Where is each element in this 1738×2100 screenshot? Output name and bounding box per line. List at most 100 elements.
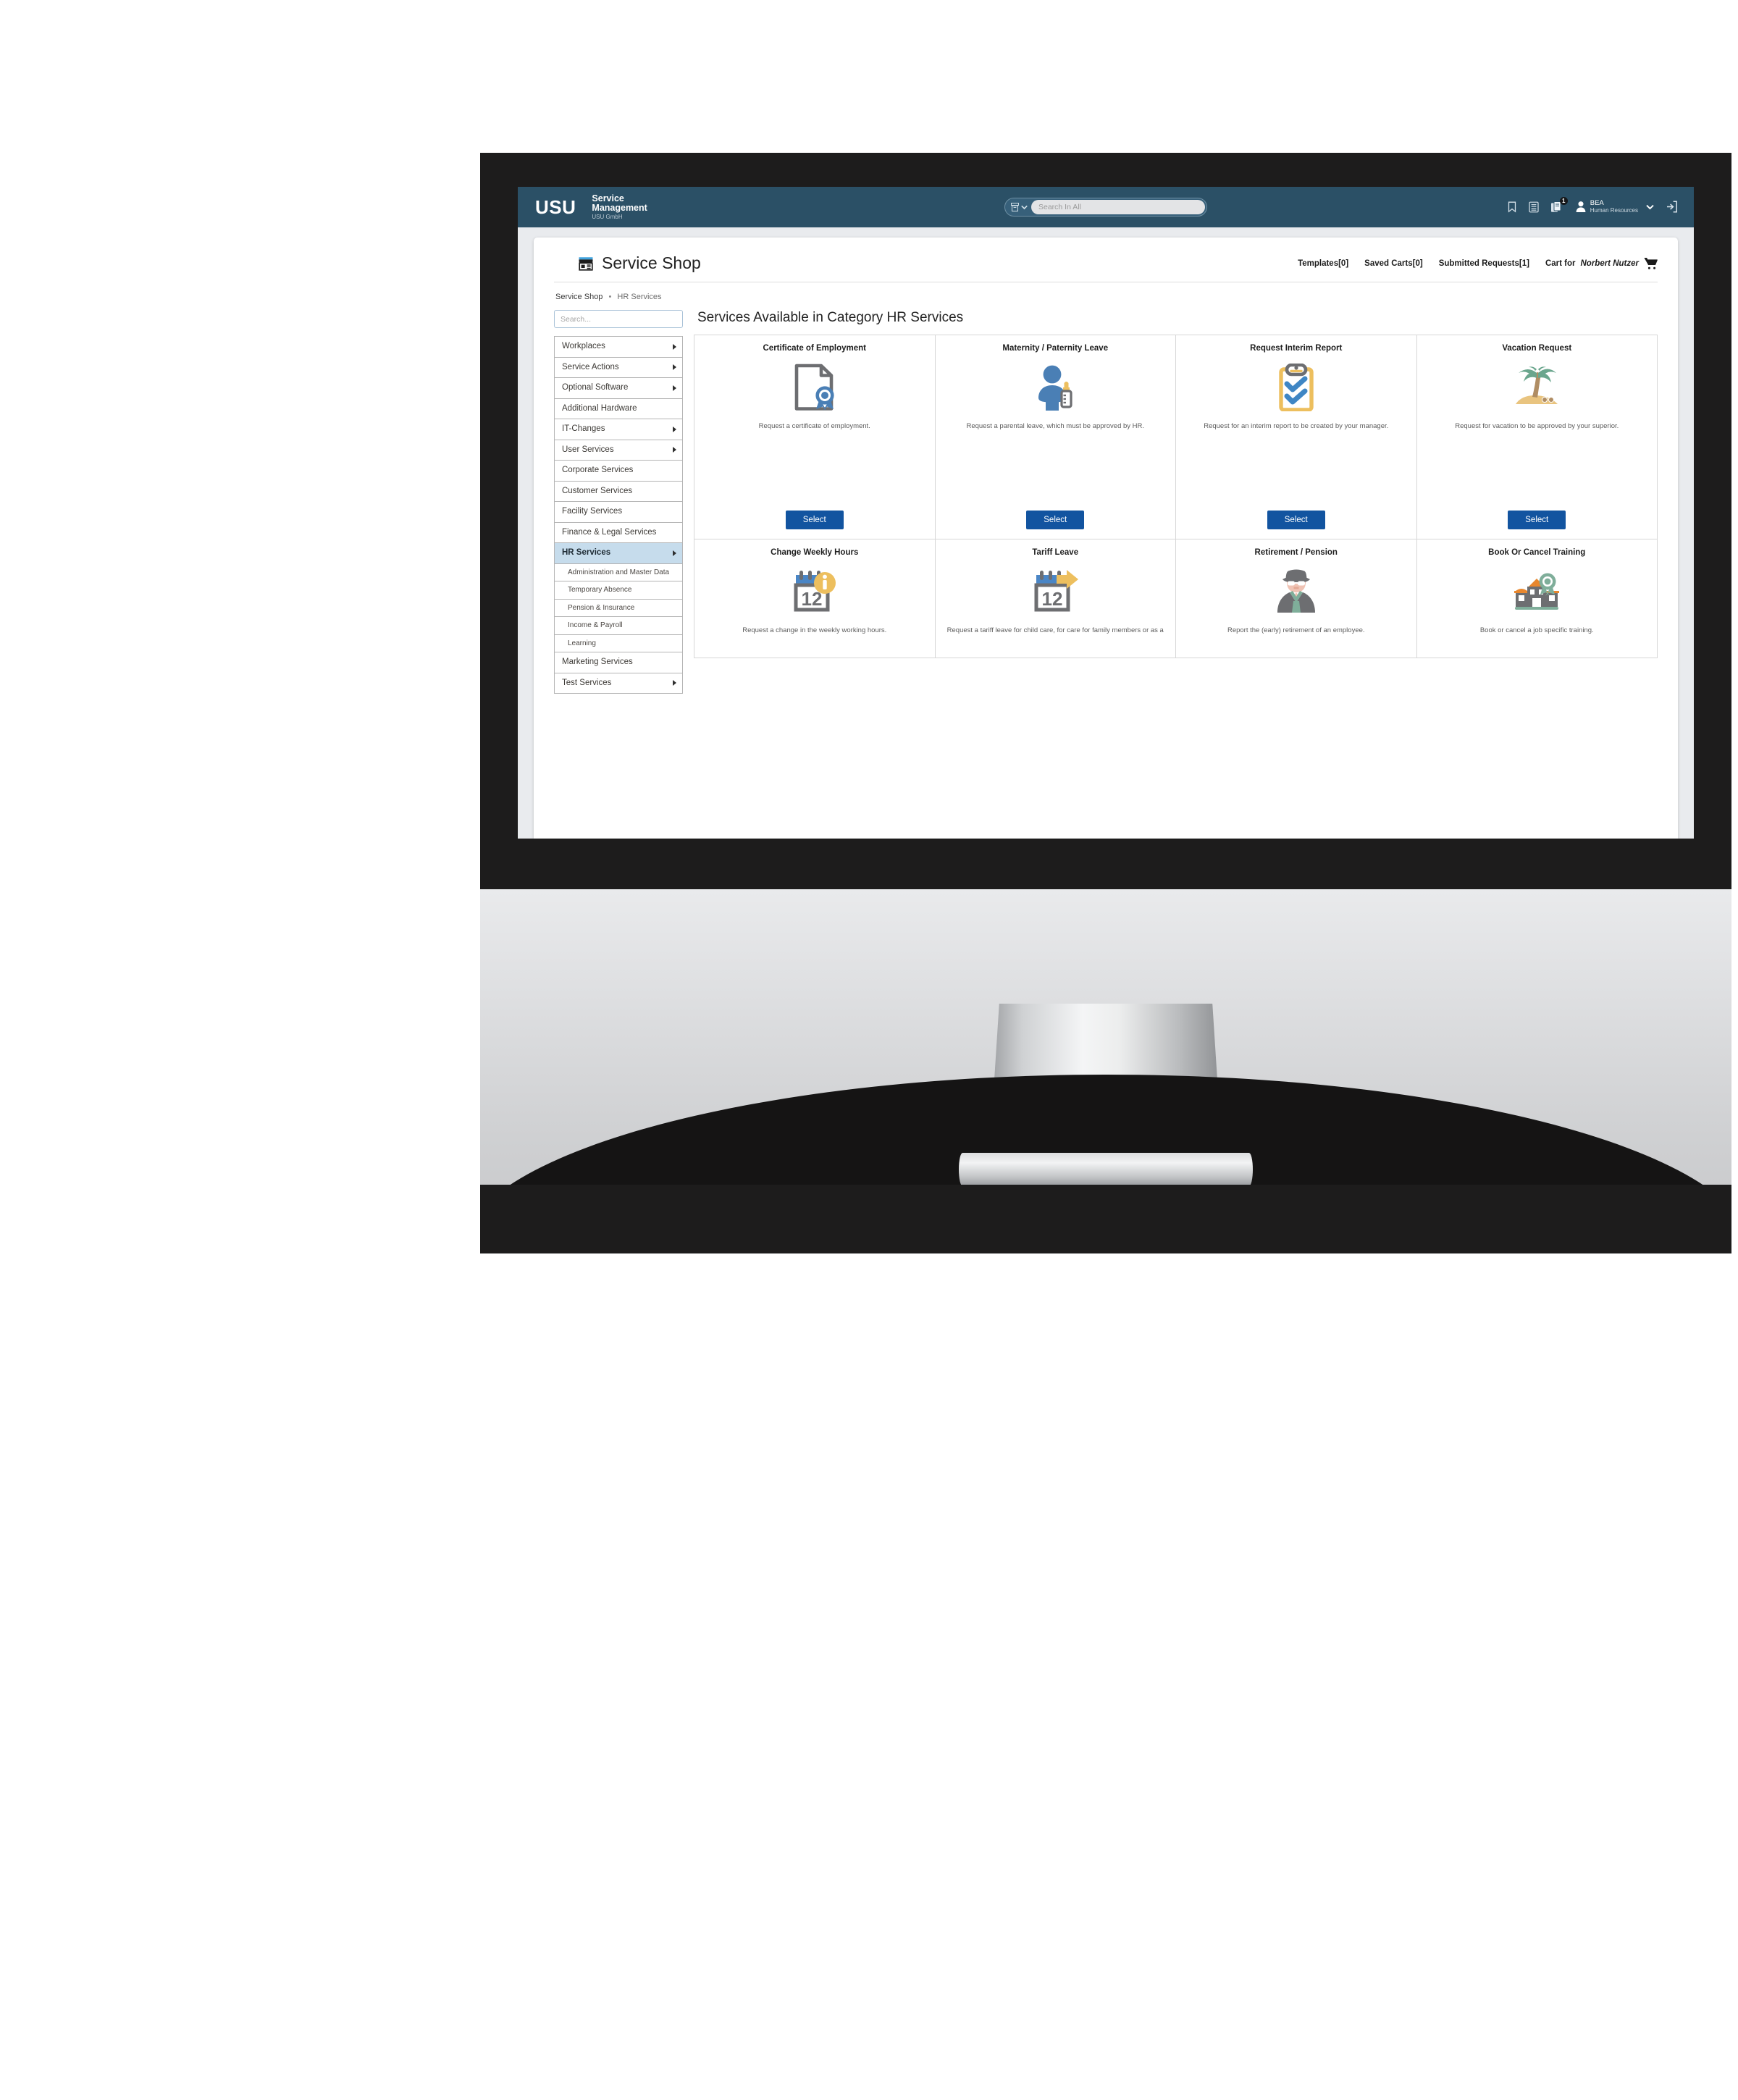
product-name-line2: Management [592, 203, 647, 214]
templates-link[interactable]: Templates[0] [1298, 259, 1348, 268]
product-name-line1: Service [592, 193, 624, 203]
services-main: Services Available in Category HR Servic… [694, 310, 1658, 694]
service-card-title: Maternity / Paternity Leave [1002, 344, 1109, 353]
monitor-stand-base [959, 1153, 1253, 1186]
sidebar-item-it-changes[interactable]: IT-Changes [555, 419, 682, 440]
saved-carts-count: [0] [1412, 259, 1423, 268]
service-shop-panel: Service Shop Templates[0] Saved Carts[0]… [534, 238, 1678, 839]
sidebar-item-administration-and-master-data[interactable]: Administration and Master Data [555, 564, 682, 582]
service-card-description: Report the (early) retirement of an empl… [1227, 626, 1365, 635]
sidebar-item-additional-hardware[interactable]: Additional Hardware [555, 399, 682, 420]
search-input[interactable] [1031, 200, 1205, 214]
service-card[interactable]: Change Weekly Hours 12 Request a change … [694, 539, 936, 658]
notification-badge: 1 [1559, 196, 1568, 205]
sidebar-item-service-actions[interactable]: Service Actions [555, 358, 682, 379]
sidebar-item-hr-services[interactable]: HR Services [555, 543, 682, 564]
global-search[interactable] [1004, 198, 1207, 217]
sidebar-item-marketing-services[interactable]: Marketing Services [555, 652, 682, 673]
service-card-grid-row1: Certificate of Employment Request a cert… [694, 335, 1658, 539]
chevron-down-icon [1021, 205, 1028, 209]
sidebar-item-facility-services[interactable]: Facility Services [555, 502, 682, 523]
bookmark-icon[interactable] [1507, 201, 1517, 213]
sidebar-item-optional-software[interactable]: Optional Software [555, 378, 682, 399]
chevron-down-icon [1646, 204, 1654, 210]
user-avatar-icon [1576, 201, 1586, 213]
product-name: Service Management USU GmbH [592, 193, 647, 221]
service-card-description: Request a parental leave, which must be … [966, 422, 1145, 431]
service-card[interactable]: Vacation Request Request for vacation to… [1416, 335, 1658, 539]
sidebar-item-test-services[interactable]: Test Services [555, 673, 682, 694]
senior-person-icon [1185, 563, 1408, 620]
service-card-description: Request for an interim report to be crea… [1204, 422, 1389, 431]
select-button[interactable]: Select [1267, 511, 1325, 529]
chevron-right-icon [673, 680, 676, 686]
breadcrumb: Service Shop • HR Services [554, 291, 1658, 310]
sidebar-item-label: User Services [562, 445, 614, 454]
user-identity: BEA Human Resources [1590, 200, 1638, 214]
service-card-description: Request a certificate of employment. [758, 422, 870, 431]
sidebar-item-label: Corporate Services [562, 466, 634, 475]
cart-link[interactable]: Cart for Norbert Nutzer [1545, 257, 1658, 270]
service-shop-header: Service Shop Templates[0] Saved Carts[0]… [554, 251, 1658, 282]
sidebar-item-label: HR Services [562, 548, 611, 558]
service-card[interactable]: Request Interim Report Request for an in… [1175, 335, 1417, 539]
service-card[interactable]: Certificate of Employment Request a cert… [694, 335, 936, 539]
sidebar-item-workplaces[interactable]: Workplaces [555, 337, 682, 358]
page-title: Service Shop [602, 253, 701, 272]
monitor-bottom-fill [480, 1185, 1731, 1253]
sidebar-item-label: Test Services [562, 678, 612, 687]
saved-carts-label: Saved Carts [1364, 259, 1413, 268]
sidebar-item-learning[interactable]: Learning [555, 635, 682, 653]
service-card-description: Request for vacation to be approved by y… [1455, 422, 1619, 431]
service-card-title: Vacation Request [1502, 344, 1572, 353]
sidebar-item-label: Service Actions [562, 362, 619, 371]
sidebar-item-label: Administration and Master Data [568, 568, 670, 576]
sidebar-item-label: Additional Hardware [562, 403, 637, 413]
saved-carts-link[interactable]: Saved Carts[0] [1364, 259, 1423, 268]
sidebar-item-corporate-services[interactable]: Corporate Services [555, 461, 682, 482]
sidebar-item-label: Pension & Insurance [568, 603, 635, 612]
sidebar-item-user-services[interactable]: User Services [555, 440, 682, 461]
category-search-input[interactable] [554, 310, 683, 328]
service-card-description: Request a tariff leave for child care, f… [946, 626, 1164, 635]
service-card-title: Certificate of Employment [763, 344, 867, 353]
sidebar-item-pension-insurance[interactable]: Pension & Insurance [555, 600, 682, 618]
sidebar-item-label: Workplaces [562, 342, 605, 350]
templates-count: [0] [1338, 259, 1349, 268]
chevron-right-icon [673, 550, 676, 556]
shopping-cart-icon [1644, 257, 1658, 269]
sidebar-item-income-payroll[interactable]: Income & Payroll [555, 617, 682, 635]
select-button[interactable]: Select [785, 511, 844, 529]
user-menu[interactable]: BEA Human Resources [1575, 200, 1654, 214]
document-seal-icon [703, 359, 926, 416]
application-top-bar: USU Service Management USU GmbH Search I… [518, 187, 1694, 227]
sidebar-item-finance-legal-services[interactable]: Finance & Legal Services [555, 523, 682, 544]
logout-icon[interactable] [1666, 201, 1678, 214]
service-card[interactable]: Book Or Cancel Training Book or cancel a… [1416, 539, 1658, 658]
sidebar-item-label: Optional Software [562, 383, 629, 392]
service-card[interactable]: Maternity / Paternity Leave Request a pa… [934, 335, 1176, 539]
documents-icon[interactable]: 1 [1550, 196, 1568, 214]
select-button[interactable]: Select [1508, 511, 1566, 529]
select-button[interactable]: Select [1026, 511, 1085, 529]
search-scope-selector[interactable] [1011, 203, 1031, 211]
chevron-right-icon [673, 447, 676, 453]
sidebar-item-temporary-absence[interactable]: Temporary Absence [555, 581, 682, 600]
monitor-stand-area [480, 881, 1731, 1253]
breadcrumb-root[interactable]: Service Shop [555, 293, 603, 301]
service-card-title: Book Or Cancel Training [1488, 548, 1586, 557]
service-card[interactable]: Tariff Leave 12 Request a tariff leave f… [934, 539, 1176, 658]
company-name: USU GmbH [592, 213, 623, 220]
service-card-title: Request Interim Report [1250, 344, 1343, 353]
templates-label: Templates [1298, 259, 1339, 268]
service-card[interactable]: Retirement / Pension Report the (early) … [1175, 539, 1417, 658]
palm-tree-beach-icon [1426, 359, 1649, 416]
chevron-right-icon [673, 343, 676, 350]
list-icon[interactable] [1529, 201, 1539, 213]
sidebar-item-customer-services[interactable]: Customer Services [555, 482, 682, 503]
submitted-requests-link[interactable]: Submitted Requests[1] [1439, 259, 1529, 268]
submitted-requests-label: Submitted Requests [1438, 259, 1519, 268]
clipboard-checks-icon [1185, 359, 1408, 416]
breadcrumb-separator: • [608, 293, 612, 301]
monitor-mockup: USU Service Management USU GmbH Search I… [480, 153, 1731, 1253]
